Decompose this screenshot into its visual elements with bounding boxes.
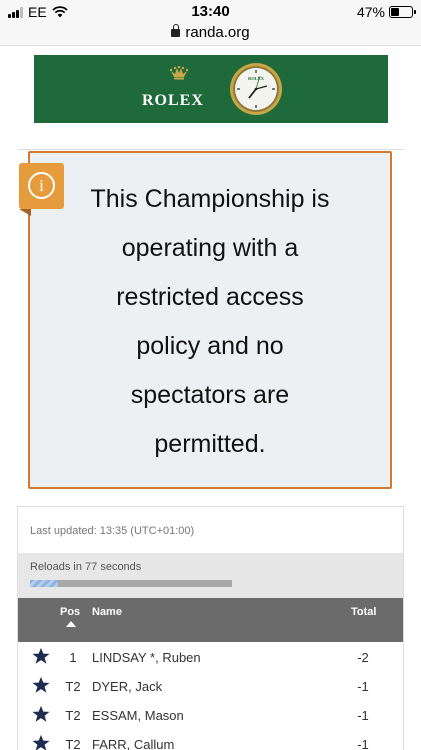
row-pos: T2 — [65, 708, 81, 723]
table-row[interactable]: T2 FARR, Callum -1 — [18, 730, 403, 750]
row-player-name[interactable]: DYER, Jack — [92, 679, 162, 694]
reload-countdown: Reloads in 77 seconds — [30, 561, 142, 573]
last-updated-text: Last updated: 13:35 (UTC+01:00) — [30, 525, 195, 537]
reload-progress-fill — [30, 580, 59, 587]
row-pos: 1 — [69, 650, 77, 665]
sort-ascending-icon — [66, 621, 76, 627]
notice-line: permitted. — [154, 430, 266, 458]
address-bar[interactable]: randa.org — [0, 24, 421, 46]
rolex-logo-text: ROLEX — [142, 92, 204, 109]
lock-icon — [171, 24, 181, 37]
column-pos-label: Pos — [60, 606, 81, 618]
column-name[interactable]: Name — [92, 606, 122, 618]
leaderboard: Last updated: 13:35 (UTC+01:00) Reloads … — [17, 506, 404, 750]
notice-text: This Championship is operating with a re… — [30, 175, 390, 469]
notice-line: restricted access — [116, 283, 304, 311]
row-pos: T2 — [65, 679, 81, 694]
battery-icon — [389, 6, 416, 18]
table-row[interactable]: T2 DYER, Jack -1 — [18, 672, 403, 701]
notice-line: This Championship is — [90, 185, 330, 213]
notice-line: spectators are — [130, 381, 290, 409]
row-player-name[interactable]: ESSAM, Mason — [92, 708, 184, 723]
notice-line: operating with a — [121, 234, 299, 262]
status-bar: EE 13:40 47% — [0, 0, 421, 24]
reload-section: Reloads in 77 seconds — [18, 553, 403, 598]
clock-icon: ROLEX — [230, 63, 282, 115]
row-total: -2 — [357, 650, 369, 665]
row-player-name[interactable]: LINDSAY *, Ruben — [92, 650, 201, 665]
table-row[interactable]: T2 ESSAM, Mason -1 — [18, 701, 403, 730]
status-right: 47% — [356, 4, 416, 20]
divider — [18, 149, 404, 150]
reload-progress-bar — [30, 580, 232, 587]
battery-percent: 47% — [356, 4, 385, 20]
rolex-banner[interactable]: ROLEX ROLEX — [34, 55, 388, 123]
row-total: -1 — [357, 679, 369, 694]
crown-icon — [170, 66, 188, 80]
clock-brand: ROLEX — [248, 76, 265, 81]
column-total[interactable]: Total — [351, 606, 376, 618]
row-total: -1 — [357, 708, 369, 723]
column-pos[interactable]: Pos — [60, 606, 81, 627]
url-text: randa.org — [185, 24, 250, 41]
table-header: Pos Name Total — [18, 598, 403, 642]
table-row[interactable]: 1 LINDSAY *, Ruben -2 — [18, 643, 403, 672]
notice-line: policy and no — [136, 332, 284, 360]
row-player-name[interactable]: FARR, Callum — [92, 737, 174, 750]
row-pos: T2 — [65, 737, 81, 750]
row-total: -1 — [357, 737, 369, 750]
